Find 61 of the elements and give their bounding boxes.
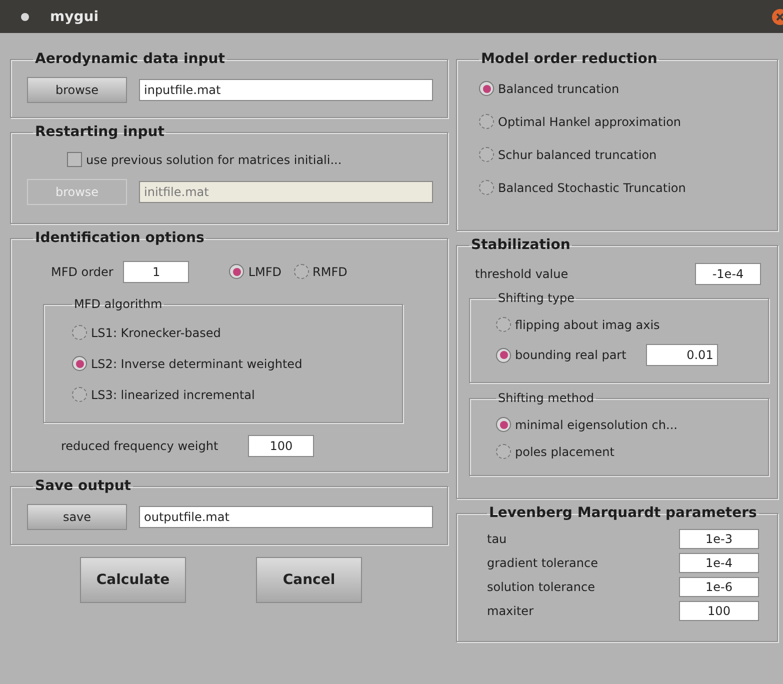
- radio-button[interactable]: [496, 348, 511, 362]
- checkbox-label[interactable]: use previous solution for matrices initiali...: [86, 152, 342, 166]
- panel-title: Identification options: [34, 230, 206, 246]
- radio-label[interactable]: Balanced Stochastic Truncation: [498, 180, 686, 194]
- radio-button[interactable]: [229, 264, 244, 279]
- field-label: tau: [487, 532, 507, 546]
- field-label: maxiter: [487, 604, 534, 618]
- radio-button[interactable]: [294, 264, 308, 279]
- radio-button[interactable]: [72, 356, 87, 371]
- radio-button[interactable]: [479, 147, 494, 162]
- panel-title: Model order reduction: [480, 51, 658, 67]
- input-field[interactable]: outputfile.mat: [139, 506, 433, 528]
- save-button[interactable]: save: [27, 504, 127, 530]
- panel-title: Restarting input: [34, 124, 166, 140]
- input-field[interactable]: 0.01: [646, 344, 718, 366]
- radio-label[interactable]: LMFD: [248, 264, 282, 278]
- panel-title: MFD algorithm: [73, 297, 164, 311]
- radio-label[interactable]: Schur balanced truncation: [498, 148, 657, 162]
- radio-label[interactable]: LS2: Inverse determinant weighted: [91, 356, 302, 370]
- input-field[interactable]: -1e-4: [695, 263, 761, 285]
- radio-button[interactable]: [479, 114, 494, 129]
- radio-label[interactable]: LS1: Kronecker-based: [91, 326, 221, 340]
- panel-title: Save output: [34, 478, 132, 494]
- field-label: reduced frequency weight: [61, 439, 218, 453]
- window-title: mygui: [50, 8, 99, 24]
- radio-button[interactable]: [479, 180, 494, 195]
- input-field[interactable]: 1: [123, 260, 190, 282]
- radio-button[interactable]: [72, 325, 87, 340]
- field-label: gradient tolerance: [487, 556, 598, 570]
- panel-title: Shifting method: [497, 391, 595, 405]
- panel-title: Aerodynamic data input: [34, 51, 226, 67]
- field-label: threshold value: [475, 267, 568, 281]
- panel-title: Shifting type: [497, 291, 576, 305]
- radio-label[interactable]: LS3: linearized incremental: [91, 388, 255, 402]
- radio-label[interactable]: Optimal Hankel approximation: [498, 114, 682, 128]
- panel-title: Stabilization: [470, 237, 572, 253]
- window-menu-icon[interactable]: [20, 12, 30, 22]
- browse-button[interactable]: browse: [27, 77, 127, 103]
- input-field[interactable]: 1e-4: [679, 553, 759, 573]
- panel-title: Levenberg Marquardt parameters: [488, 505, 758, 521]
- radio-label[interactable]: Balanced truncation: [498, 82, 620, 96]
- input-field[interactable]: 1e-3: [679, 529, 759, 549]
- radio-label[interactable]: flipping about imag axis: [515, 318, 660, 332]
- input-field[interactable]: 1e-6: [679, 577, 759, 597]
- radio-label[interactable]: bounding real part: [515, 348, 626, 362]
- input-field[interactable]: inputfile.mat: [139, 79, 433, 101]
- input-field[interactable]: 100: [679, 601, 759, 621]
- radio-label[interactable]: RMFD: [312, 264, 348, 278]
- checkbox[interactable]: [67, 152, 82, 167]
- radio-button[interactable]: [479, 81, 494, 96]
- field-label: solution tolerance: [487, 580, 595, 594]
- input-field[interactable]: 100: [248, 435, 314, 457]
- radio-button[interactable]: [496, 417, 511, 432]
- radio-button[interactable]: [496, 444, 511, 459]
- calculate-button[interactable]: Calculate: [80, 557, 186, 603]
- radio-label[interactable]: minimal eigensolution ch...: [515, 418, 678, 432]
- radio-button[interactable]: [72, 387, 87, 402]
- radio-button[interactable]: [496, 317, 511, 332]
- cancel-button[interactable]: Cancel: [256, 557, 362, 603]
- field-label: MFD order: [51, 264, 114, 278]
- radio-label[interactable]: poles placement: [515, 444, 614, 458]
